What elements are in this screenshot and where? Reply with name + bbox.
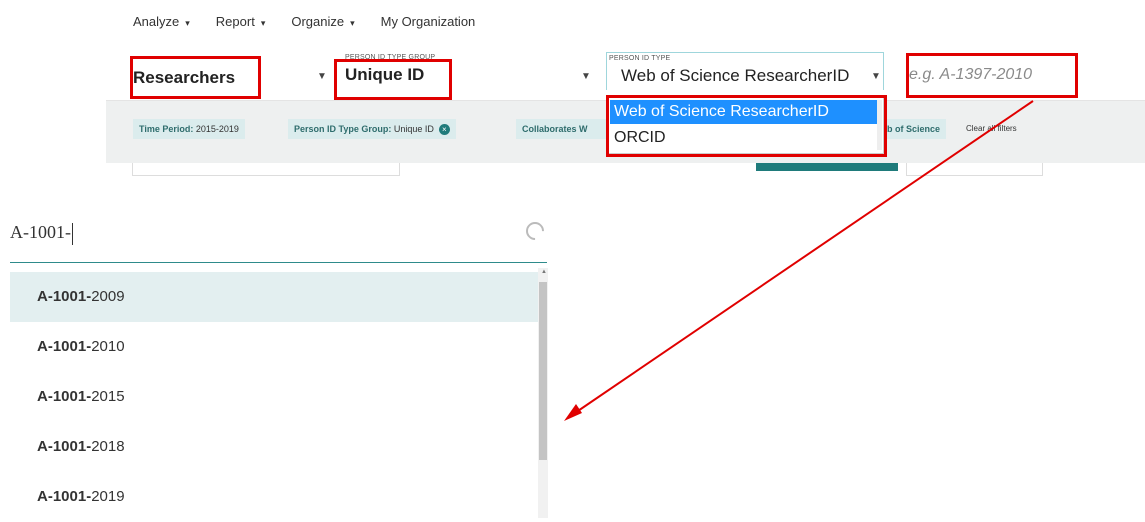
suggestion-item[interactable]: A-1001-2018 xyxy=(10,422,538,472)
id-type-label: PERSON ID TYPE xyxy=(609,55,671,62)
scrollbar-thumb[interactable] xyxy=(539,282,547,460)
content-card xyxy=(132,163,400,176)
filter-chip-id-type-group[interactable]: Person ID Type Group: Unique ID × xyxy=(288,119,456,139)
filter-chip-time-period[interactable]: Time Period: 2015-2019 xyxy=(133,119,245,139)
chevron-down-icon: ▾ xyxy=(350,17,355,28)
caret-down-icon: ▼ xyxy=(581,71,591,82)
search-input-value: A-1001- xyxy=(10,222,73,245)
suggestion-item[interactable]: A-1001-2010 xyxy=(10,322,538,372)
scroll-up-icon[interactable]: ▲ xyxy=(541,269,547,275)
nav-report[interactable]: Report ▾ xyxy=(216,14,266,29)
chevron-down-icon: ▾ xyxy=(260,17,266,28)
text-cursor xyxy=(72,222,73,245)
suggestion-item[interactable]: A-1001-2019 xyxy=(10,472,538,522)
suggestion-item[interactable]: A-1001-2015 xyxy=(10,372,538,422)
annotation-box-input xyxy=(906,53,1078,98)
suggestion-item[interactable]: A-1001-2009 xyxy=(10,272,538,322)
annotation-box-dropdown xyxy=(606,95,887,157)
arrow-head xyxy=(564,404,582,421)
filter-chip-collaborates[interactable]: Collaborates W xyxy=(516,119,616,139)
id-search-input[interactable]: A-1001- xyxy=(10,212,548,263)
id-type-select[interactable]: PERSON ID TYPE Web of Science Researcher… xyxy=(606,52,884,90)
content-card xyxy=(906,163,1043,176)
suggestion-list: A-1001-2009 A-1001-2010 A-1001-2015 A-10… xyxy=(10,272,548,518)
id-type-value: Web of Science ResearcherID xyxy=(621,66,850,85)
caret-down-icon: ▼ xyxy=(871,71,881,82)
annotation-box-id-group xyxy=(334,59,452,100)
filter-chip-web-of-science[interactable]: b of Science xyxy=(881,119,947,139)
loading-spinner-icon xyxy=(522,218,548,244)
clear-all-filters-link[interactable]: Clear all filters xyxy=(966,124,1017,133)
caret-down-icon: ▼ xyxy=(317,71,327,82)
nav-organize[interactable]: Organize ▾ xyxy=(291,14,354,29)
top-nav: Analyze ▾ Report ▾ Organize ▾ My Organizati… xyxy=(106,0,1145,42)
annotation-box-entity xyxy=(130,56,261,99)
chevron-down-icon: ▾ xyxy=(185,17,190,28)
nav-my-organization[interactable]: My Organization xyxy=(381,14,476,29)
action-button[interactable] xyxy=(756,163,898,171)
nav-analyze[interactable]: Analyze ▾ xyxy=(133,14,190,29)
remove-filter-icon[interactable]: × xyxy=(438,124,450,135)
